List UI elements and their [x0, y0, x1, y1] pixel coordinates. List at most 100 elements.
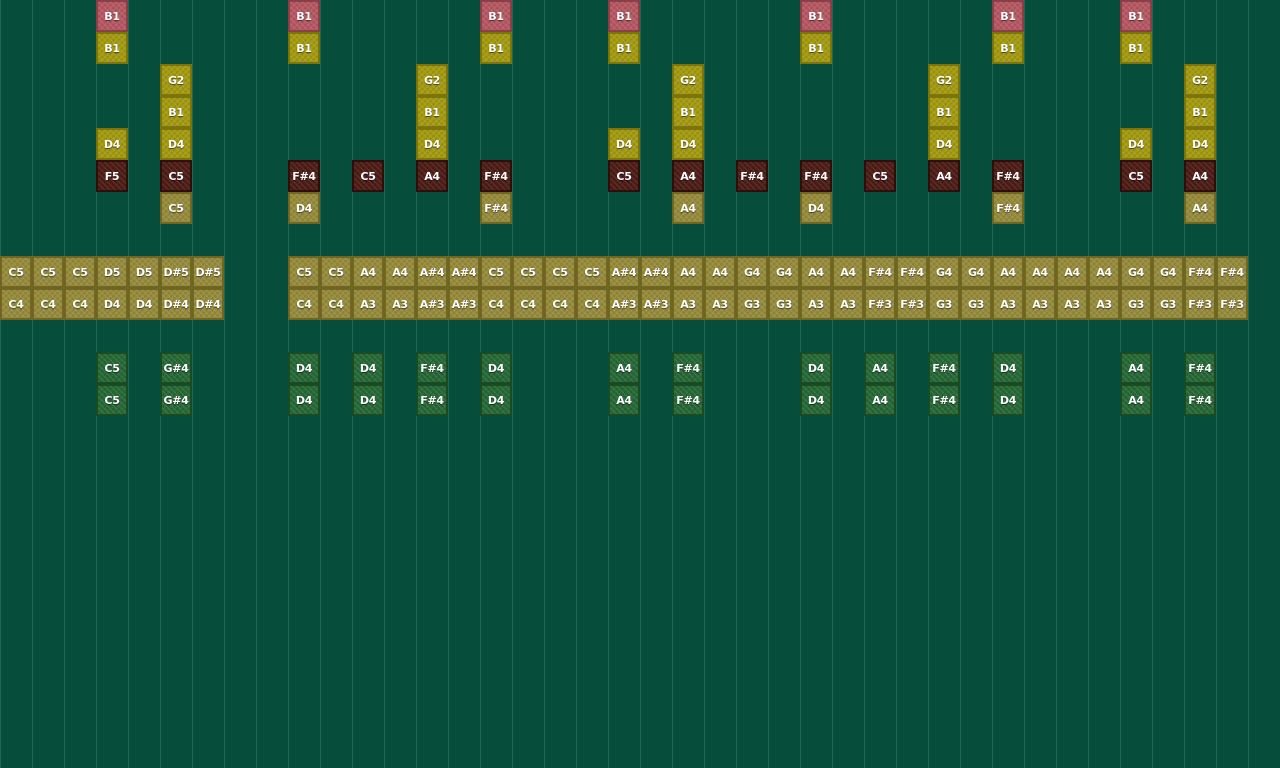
- note-cell[interactable]: A4: [608, 352, 640, 384]
- note-cell[interactable]: G2: [1184, 64, 1216, 96]
- note-cell[interactable]: A4: [704, 256, 736, 288]
- note-cell[interactable]: F#3: [1184, 288, 1216, 320]
- note-cell[interactable]: A3: [800, 288, 832, 320]
- note-cell[interactable]: A#4: [416, 256, 448, 288]
- note-cell[interactable]: C4: [0, 288, 32, 320]
- note-cell[interactable]: D4: [800, 352, 832, 384]
- note-cell[interactable]: G3: [1120, 288, 1152, 320]
- note-cell[interactable]: G2: [160, 64, 192, 96]
- note-cell[interactable]: A4: [1120, 384, 1152, 416]
- note-cell[interactable]: G4: [1120, 256, 1152, 288]
- note-cell[interactable]: A3: [1088, 288, 1120, 320]
- note-cell[interactable]: F#4: [1184, 352, 1216, 384]
- note-cell[interactable]: F#4: [416, 384, 448, 416]
- note-cell[interactable]: C5: [288, 256, 320, 288]
- note-cell[interactable]: D4: [800, 384, 832, 416]
- note-cell[interactable]: D4: [352, 352, 384, 384]
- note-cell[interactable]: B1: [480, 32, 512, 64]
- note-cell[interactable]: D4: [288, 352, 320, 384]
- note-cell[interactable]: C5: [608, 160, 640, 192]
- note-cell[interactable]: F#4: [1184, 256, 1216, 288]
- note-cell[interactable]: C5: [96, 352, 128, 384]
- note-cell[interactable]: B1: [480, 0, 512, 32]
- note-cell[interactable]: B1: [928, 96, 960, 128]
- note-cell[interactable]: D#4: [192, 288, 224, 320]
- note-cell[interactable]: B1: [992, 0, 1024, 32]
- note-cell[interactable]: G4: [928, 256, 960, 288]
- note-cell[interactable]: C4: [544, 288, 576, 320]
- note-cell[interactable]: A3: [384, 288, 416, 320]
- note-cell[interactable]: F#4: [736, 160, 768, 192]
- note-cell[interactable]: D4: [608, 128, 640, 160]
- note-cell[interactable]: C5: [320, 256, 352, 288]
- note-cell[interactable]: A4: [672, 192, 704, 224]
- note-cell[interactable]: C5: [480, 256, 512, 288]
- note-cell[interactable]: B1: [608, 32, 640, 64]
- note-cell[interactable]: A4: [864, 352, 896, 384]
- note-cell[interactable]: A4: [1184, 160, 1216, 192]
- note-cell[interactable]: C5: [32, 256, 64, 288]
- note-cell[interactable]: D4: [352, 384, 384, 416]
- note-cell[interactable]: D4: [96, 288, 128, 320]
- note-cell[interactable]: A3: [672, 288, 704, 320]
- note-cell[interactable]: C4: [32, 288, 64, 320]
- note-cell[interactable]: A4: [1088, 256, 1120, 288]
- note-cell[interactable]: D4: [1184, 128, 1216, 160]
- note-cell[interactable]: F#4: [672, 352, 704, 384]
- note-cell[interactable]: C4: [64, 288, 96, 320]
- note-cell[interactable]: C4: [480, 288, 512, 320]
- note-cell[interactable]: D4: [928, 128, 960, 160]
- note-cell[interactable]: D4: [128, 288, 160, 320]
- note-cell[interactable]: F#3: [1216, 288, 1248, 320]
- note-cell[interactable]: F#4: [992, 160, 1024, 192]
- note-cell[interactable]: C4: [576, 288, 608, 320]
- note-cell[interactable]: D4: [992, 384, 1024, 416]
- note-cell[interactable]: B1: [288, 32, 320, 64]
- note-cell[interactable]: A4: [352, 256, 384, 288]
- note-cell[interactable]: B1: [416, 96, 448, 128]
- note-cell[interactable]: G3: [1152, 288, 1184, 320]
- note-cell[interactable]: F#4: [928, 352, 960, 384]
- note-cell[interactable]: A#4: [640, 256, 672, 288]
- note-cell[interactable]: D4: [480, 384, 512, 416]
- note-cell[interactable]: G4: [768, 256, 800, 288]
- note-cell[interactable]: F#4: [896, 256, 928, 288]
- note-cell[interactable]: F#4: [1216, 256, 1248, 288]
- note-grid[interactable]: B1 B1 B1 B1 B1 B1 B1 B1 B1 B1 B1 B1 B1 B1 G2 G2 G2 G2 G2 B1…: [0, 0, 1280, 768]
- note-cell[interactable]: C5: [544, 256, 576, 288]
- note-cell[interactable]: F#4: [672, 384, 704, 416]
- note-cell[interactable]: C5: [864, 160, 896, 192]
- note-cell[interactable]: G3: [736, 288, 768, 320]
- note-cell[interactable]: B1: [1120, 0, 1152, 32]
- note-cell[interactable]: D5: [96, 256, 128, 288]
- note-cell[interactable]: A4: [992, 256, 1024, 288]
- note-cell[interactable]: A4: [1024, 256, 1056, 288]
- note-cell[interactable]: B1: [96, 0, 128, 32]
- note-cell[interactable]: F#4: [288, 160, 320, 192]
- note-cell[interactable]: C5: [512, 256, 544, 288]
- note-cell[interactable]: B1: [800, 0, 832, 32]
- note-cell[interactable]: F#4: [928, 384, 960, 416]
- note-cell[interactable]: B1: [608, 0, 640, 32]
- note-cell[interactable]: D#5: [160, 256, 192, 288]
- note-cell[interactable]: A4: [800, 256, 832, 288]
- note-cell[interactable]: B1: [1184, 96, 1216, 128]
- note-cell[interactable]: G4: [736, 256, 768, 288]
- note-cell[interactable]: A4: [672, 256, 704, 288]
- note-cell[interactable]: D4: [672, 128, 704, 160]
- note-cell[interactable]: A4: [672, 160, 704, 192]
- note-cell[interactable]: G4: [960, 256, 992, 288]
- note-cell[interactable]: C5: [64, 256, 96, 288]
- note-cell[interactable]: A4: [1184, 192, 1216, 224]
- note-cell[interactable]: A#3: [416, 288, 448, 320]
- note-cell[interactable]: A4: [864, 384, 896, 416]
- note-cell[interactable]: F#4: [992, 192, 1024, 224]
- note-cell[interactable]: C5: [160, 160, 192, 192]
- note-cell[interactable]: A3: [704, 288, 736, 320]
- note-cell[interactable]: G2: [416, 64, 448, 96]
- note-cell[interactable]: C4: [288, 288, 320, 320]
- note-cell[interactable]: G3: [928, 288, 960, 320]
- note-cell[interactable]: A#3: [448, 288, 480, 320]
- note-cell[interactable]: C5: [96, 384, 128, 416]
- note-cell[interactable]: A3: [1024, 288, 1056, 320]
